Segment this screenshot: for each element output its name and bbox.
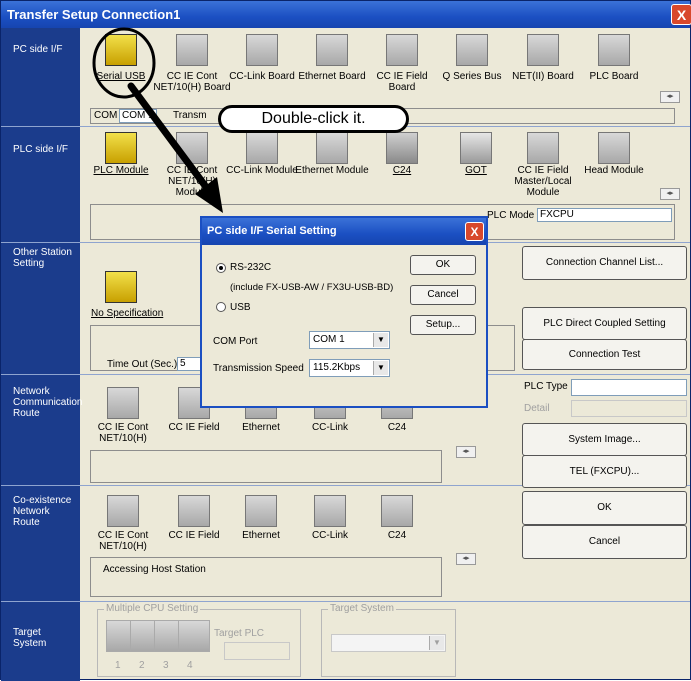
include-note: (include FX-USB-AW / FX3U-USB-BD) xyxy=(230,282,394,293)
dialog-ok-button[interactable]: OK xyxy=(410,255,476,275)
dialog-title: PC side I/F Serial Setting xyxy=(207,225,337,237)
double-click-callout: Double-click it. xyxy=(218,105,409,133)
dialog-close-button[interactable]: X xyxy=(465,222,484,241)
speed-select[interactable]: 115.2Kbps ▼ xyxy=(309,359,390,377)
com-port-value: COM 1 xyxy=(313,334,345,345)
dialog-setup-button[interactable]: Setup... xyxy=(410,315,476,335)
com-port-select[interactable]: COM 1 ▼ xyxy=(309,331,390,349)
serial-setting-dialog: PC side I/F Serial Setting X RS-232C (in… xyxy=(200,216,488,408)
usb-radio[interactable] xyxy=(216,302,226,312)
transfer-setup-window: Transfer Setup Connection1 X PC side I/F… xyxy=(0,0,691,681)
usb-label: USB xyxy=(230,302,251,313)
chevron-down-icon: ▼ xyxy=(373,333,388,347)
speed-value: 115.2Kbps xyxy=(313,362,361,373)
dialog-cancel-button[interactable]: Cancel xyxy=(410,285,476,305)
rs232c-label: RS-232C xyxy=(230,262,272,273)
dialog-title-bar: PC side I/F Serial Setting X xyxy=(202,218,486,245)
com-port-label: COM Port xyxy=(213,336,258,347)
chevron-down-icon: ▼ xyxy=(373,361,388,375)
speed-label: Transmission Speed xyxy=(213,363,304,374)
rs232c-radio[interactable] xyxy=(216,263,226,273)
